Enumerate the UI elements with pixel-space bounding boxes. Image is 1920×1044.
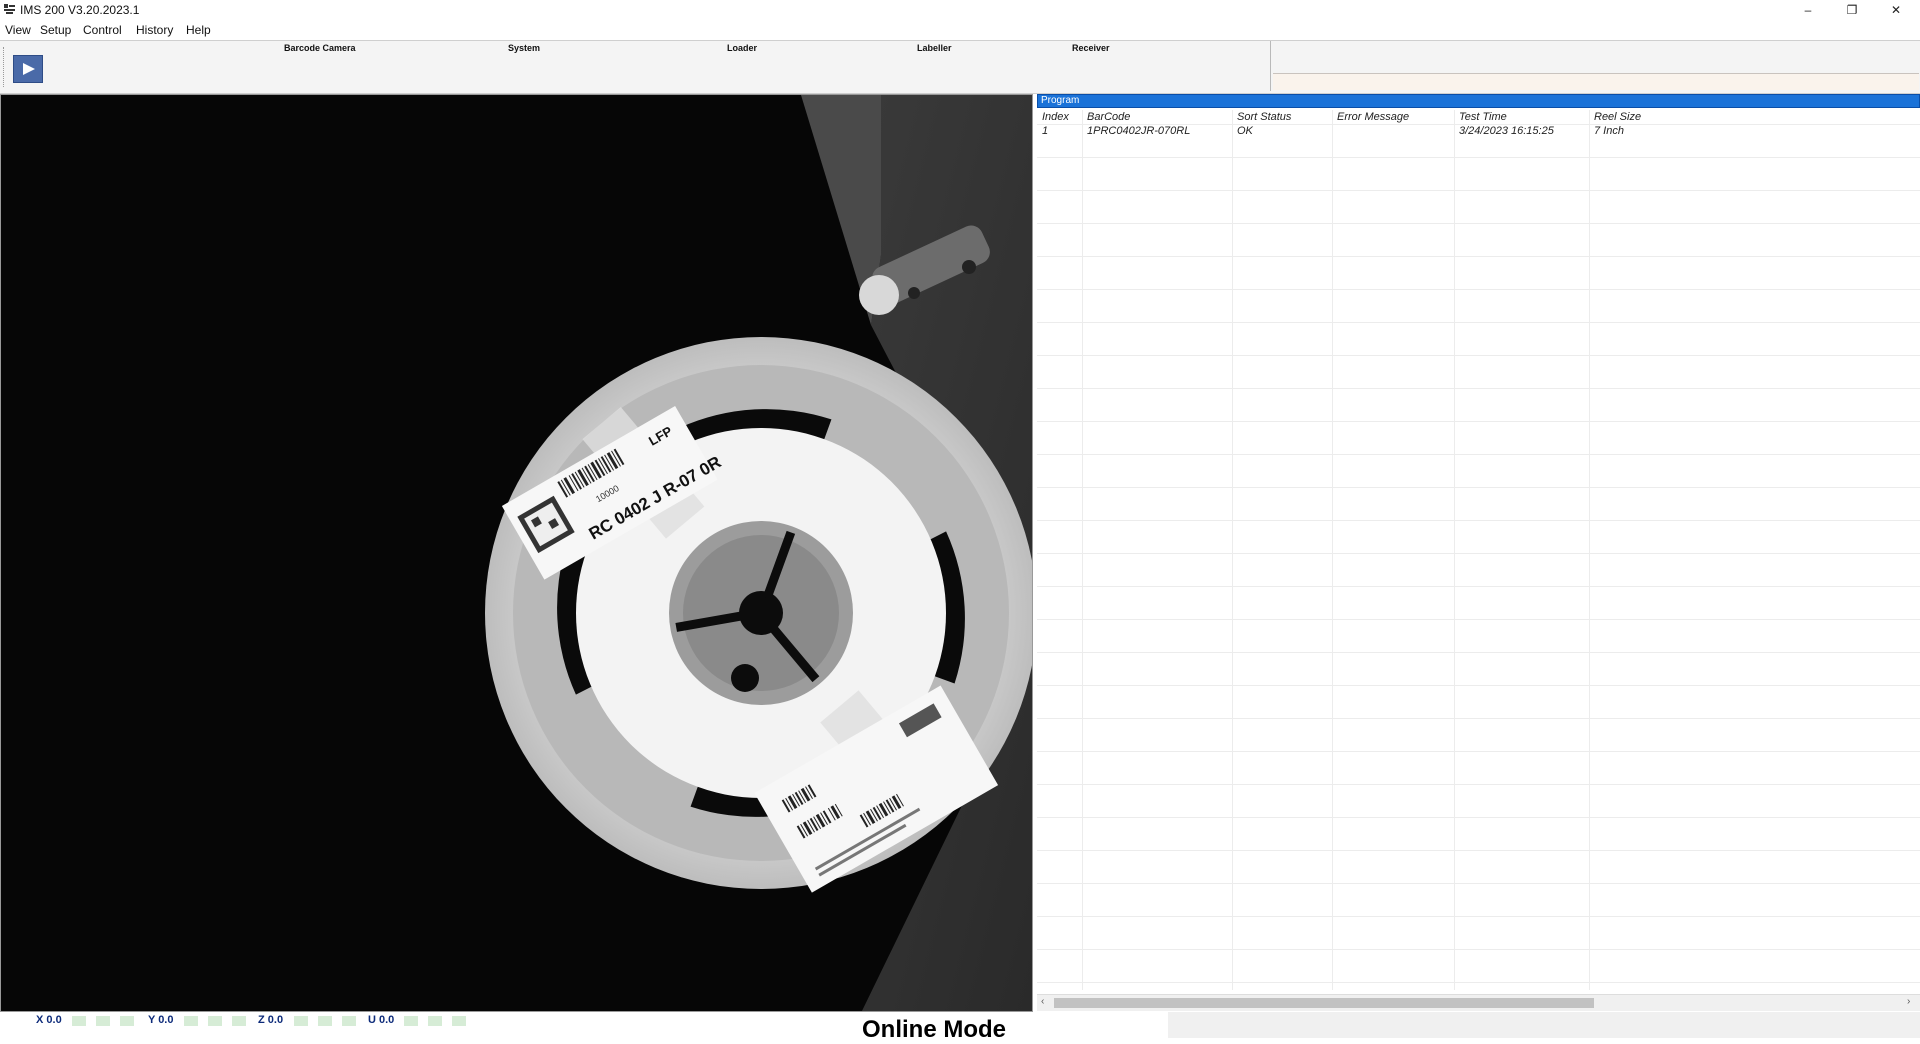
column-header[interactable]: BarCode	[1087, 111, 1130, 123]
column-divider[interactable]	[1232, 110, 1233, 990]
scrollbar-thumb[interactable]	[1054, 998, 1594, 1008]
table-row[interactable]	[1037, 983, 1920, 990]
table-row[interactable]	[1037, 554, 1920, 587]
table-row[interactable]	[1037, 257, 1920, 290]
column-header[interactable]: Error Message	[1337, 111, 1409, 123]
status-right-panel	[1168, 1012, 1920, 1038]
axis-led-indicator	[318, 1016, 332, 1026]
table-row[interactable]	[1037, 752, 1920, 785]
table-row[interactable]	[1037, 851, 1920, 884]
axis-readout: X 0.0	[36, 1014, 62, 1026]
play-icon	[23, 63, 35, 75]
toolbar-info-strip	[1273, 73, 1919, 90]
axis-led-indicator	[72, 1016, 86, 1026]
close-button[interactable]: ✕	[1876, 0, 1916, 20]
section-labeller: Labeller	[917, 43, 952, 53]
table-row[interactable]	[1037, 950, 1920, 983]
table-row[interactable]	[1037, 323, 1920, 356]
menu-bar: View Setup Control History Help	[0, 20, 1920, 40]
clamp-knob	[859, 275, 899, 315]
table-row[interactable]	[1037, 356, 1920, 389]
table-row[interactable]	[1037, 818, 1920, 851]
program-panel-header: Program	[1037, 94, 1920, 108]
program-panel-title: Program	[1041, 95, 1080, 106]
section-receiver: Receiver	[1072, 43, 1110, 53]
table-row[interactable]	[1037, 521, 1920, 554]
axis-led-indicator	[452, 1016, 466, 1026]
table-row[interactable]	[1037, 290, 1920, 323]
axis-led-indicator	[120, 1016, 134, 1026]
table-row[interactable]	[1037, 719, 1920, 752]
table-row[interactable]	[1037, 158, 1920, 191]
axis-readout: Z 0.0	[258, 1014, 284, 1026]
table-header-row: Index BarCode Sort Status Error Message Test…	[1037, 110, 1920, 125]
table-row[interactable]	[1037, 488, 1920, 521]
menu-control[interactable]: Control	[83, 23, 122, 37]
axis-readout: Y 0.0	[148, 1014, 174, 1026]
menu-history[interactable]: History	[136, 23, 173, 37]
table-row[interactable]	[1037, 389, 1920, 422]
axis-led-indicator	[208, 1016, 222, 1026]
axis-readout: U 0.0	[368, 1014, 395, 1026]
scroll-right-icon[interactable]: ›	[1907, 996, 1910, 1007]
barcode-camera-view: 10000 RC 0402 J R-07 0R LFP	[0, 94, 1033, 1012]
table-row[interactable]	[1037, 917, 1920, 950]
column-divider[interactable]	[1589, 110, 1590, 990]
horizontal-scrollbar[interactable]: ‹ ›	[1037, 994, 1920, 1011]
table-cell: 3/24/2023 16:15:25	[1459, 125, 1554, 137]
section-barcode-camera: Barcode Camera	[284, 43, 356, 53]
table-cell: OK	[1237, 125, 1253, 137]
table-row[interactable]	[1037, 422, 1920, 455]
toolbar: Barcode Camera System Loader Labeller Re…	[0, 40, 1920, 94]
table-row[interactable]	[1037, 620, 1920, 653]
column-divider[interactable]	[1082, 110, 1083, 990]
table-row[interactable]	[1037, 884, 1920, 917]
status-bar: X 0.0 Y 0.0 Z 0.0 U 0.0 Online Mode	[0, 1012, 1920, 1043]
mode-indicator: Online Mode	[862, 1016, 1006, 1043]
maximize-button[interactable]: ❐	[1832, 0, 1872, 20]
table-row[interactable]	[1037, 224, 1920, 257]
axis-led-indicator	[232, 1016, 246, 1026]
table-row[interactable]	[1037, 455, 1920, 488]
minimize-button[interactable]: –	[1788, 0, 1828, 20]
axis-led-indicator	[184, 1016, 198, 1026]
column-divider[interactable]	[1332, 110, 1333, 990]
column-header[interactable]: Reel Size	[1594, 111, 1641, 123]
table-row[interactable]	[1037, 785, 1920, 818]
menu-help[interactable]: Help	[186, 23, 211, 37]
toolbar-info-area	[1270, 41, 1920, 91]
window-title: IMS 200 V3.20.2023.1	[20, 3, 140, 17]
program-panel: Program Index BarCode Sort Status Error Mes…	[1037, 94, 1920, 1014]
scroll-left-icon[interactable]: ‹	[1041, 996, 1044, 1007]
menu-setup[interactable]: Setup	[40, 23, 71, 37]
column-header[interactable]: Index	[1042, 111, 1069, 123]
table-row[interactable]	[1037, 191, 1920, 224]
column-header[interactable]: Test Time	[1459, 111, 1507, 123]
axis-led-indicator	[294, 1016, 308, 1026]
axis-led-indicator	[428, 1016, 442, 1026]
table-cell: 7 Inch	[1594, 125, 1624, 137]
axis-led-indicator	[342, 1016, 356, 1026]
menu-view[interactable]: View	[5, 23, 31, 37]
table-cell: 1	[1042, 125, 1049, 137]
table-row[interactable]	[1037, 653, 1920, 686]
app-icon	[4, 4, 15, 14]
results-table: Index BarCode Sort Status Error Message Test…	[1037, 110, 1920, 990]
column-divider[interactable]	[1454, 110, 1455, 990]
camera-image: 10000 RC 0402 J R-07 0R LFP	[1, 95, 1032, 1011]
axis-led-indicator	[404, 1016, 418, 1026]
section-system: System	[508, 43, 541, 53]
table-row[interactable]: 1 1PRC0402JR-070RL OK 3/24/2023 16:15:25 7 I…	[1037, 125, 1920, 158]
axis-led-indicator	[96, 1016, 110, 1026]
toolbar-grip[interactable]	[3, 47, 7, 87]
title-bar: IMS 200 V3.20.2023.1 – ❐ ✕	[0, 0, 1920, 20]
section-loader: Loader	[727, 43, 758, 53]
start-button[interactable]	[13, 55, 43, 83]
table-cell: 1PRC0402JR-070RL	[1087, 125, 1191, 137]
table-row[interactable]	[1037, 587, 1920, 620]
column-header[interactable]: Sort Status	[1237, 111, 1291, 123]
table-row[interactable]	[1037, 686, 1920, 719]
